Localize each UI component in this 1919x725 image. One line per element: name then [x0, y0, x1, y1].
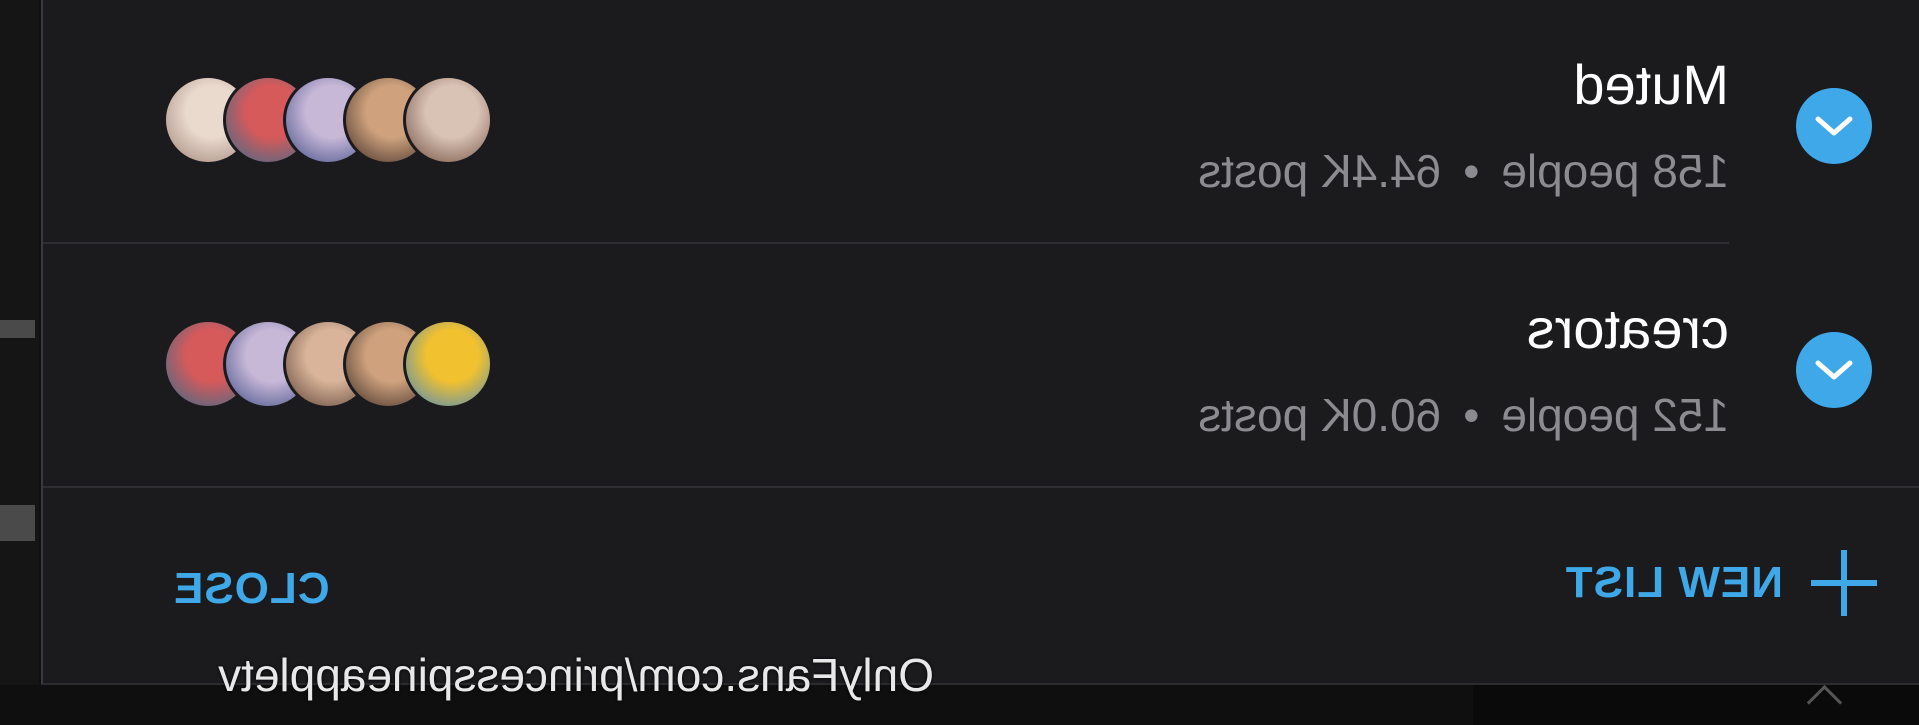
- separator: •: [1463, 389, 1480, 441]
- people-count: 158 people: [1501, 145, 1729, 197]
- list-title: Muted: [1573, 53, 1729, 116]
- background-shape: [0, 320, 35, 338]
- watermark-text: OnlyFans.com/princesspineappletv: [218, 649, 934, 701]
- check-circle-icon[interactable]: [1796, 332, 1872, 408]
- close-button[interactable]: CLOSE: [173, 564, 330, 614]
- new-list-button[interactable]: NEW LIST: [1565, 550, 1877, 616]
- list-meta: 152 people • 60.0K posts: [1198, 388, 1729, 442]
- background-shape: [0, 505, 35, 541]
- close-label: CLOSE: [173, 564, 330, 613]
- people-count: 152 people: [1501, 389, 1729, 441]
- list-item-muted[interactable]: Muted 158 people • 64.4K posts: [43, 0, 1919, 244]
- list-title: creators: [1526, 297, 1729, 360]
- list-meta: 158 people • 64.4K posts: [1198, 144, 1729, 198]
- new-list-label: NEW LIST: [1564, 558, 1783, 607]
- separator: •: [1463, 145, 1480, 197]
- avatar-stack: [153, 319, 493, 409]
- check-circle-icon[interactable]: [1796, 88, 1872, 164]
- posts-count: 60.0K posts: [1198, 389, 1442, 441]
- add-to-list-dialog: Muted 158 people • 64.4K posts creators 15…: [41, 0, 1919, 685]
- list-item-creators[interactable]: creators 152 people • 60.0K posts: [43, 244, 1919, 488]
- posts-count: 64.4K posts: [1198, 145, 1442, 197]
- video-controls-area: [1473, 685, 1919, 725]
- avatar-1: [403, 75, 493, 165]
- plus-icon: [1811, 550, 1877, 616]
- background-video-edge: [0, 0, 39, 725]
- avatar-stack: [153, 75, 493, 165]
- avatar-1: [403, 319, 493, 409]
- mirrored-screen: Muted 158 people • 64.4K posts creators 15…: [0, 0, 1919, 725]
